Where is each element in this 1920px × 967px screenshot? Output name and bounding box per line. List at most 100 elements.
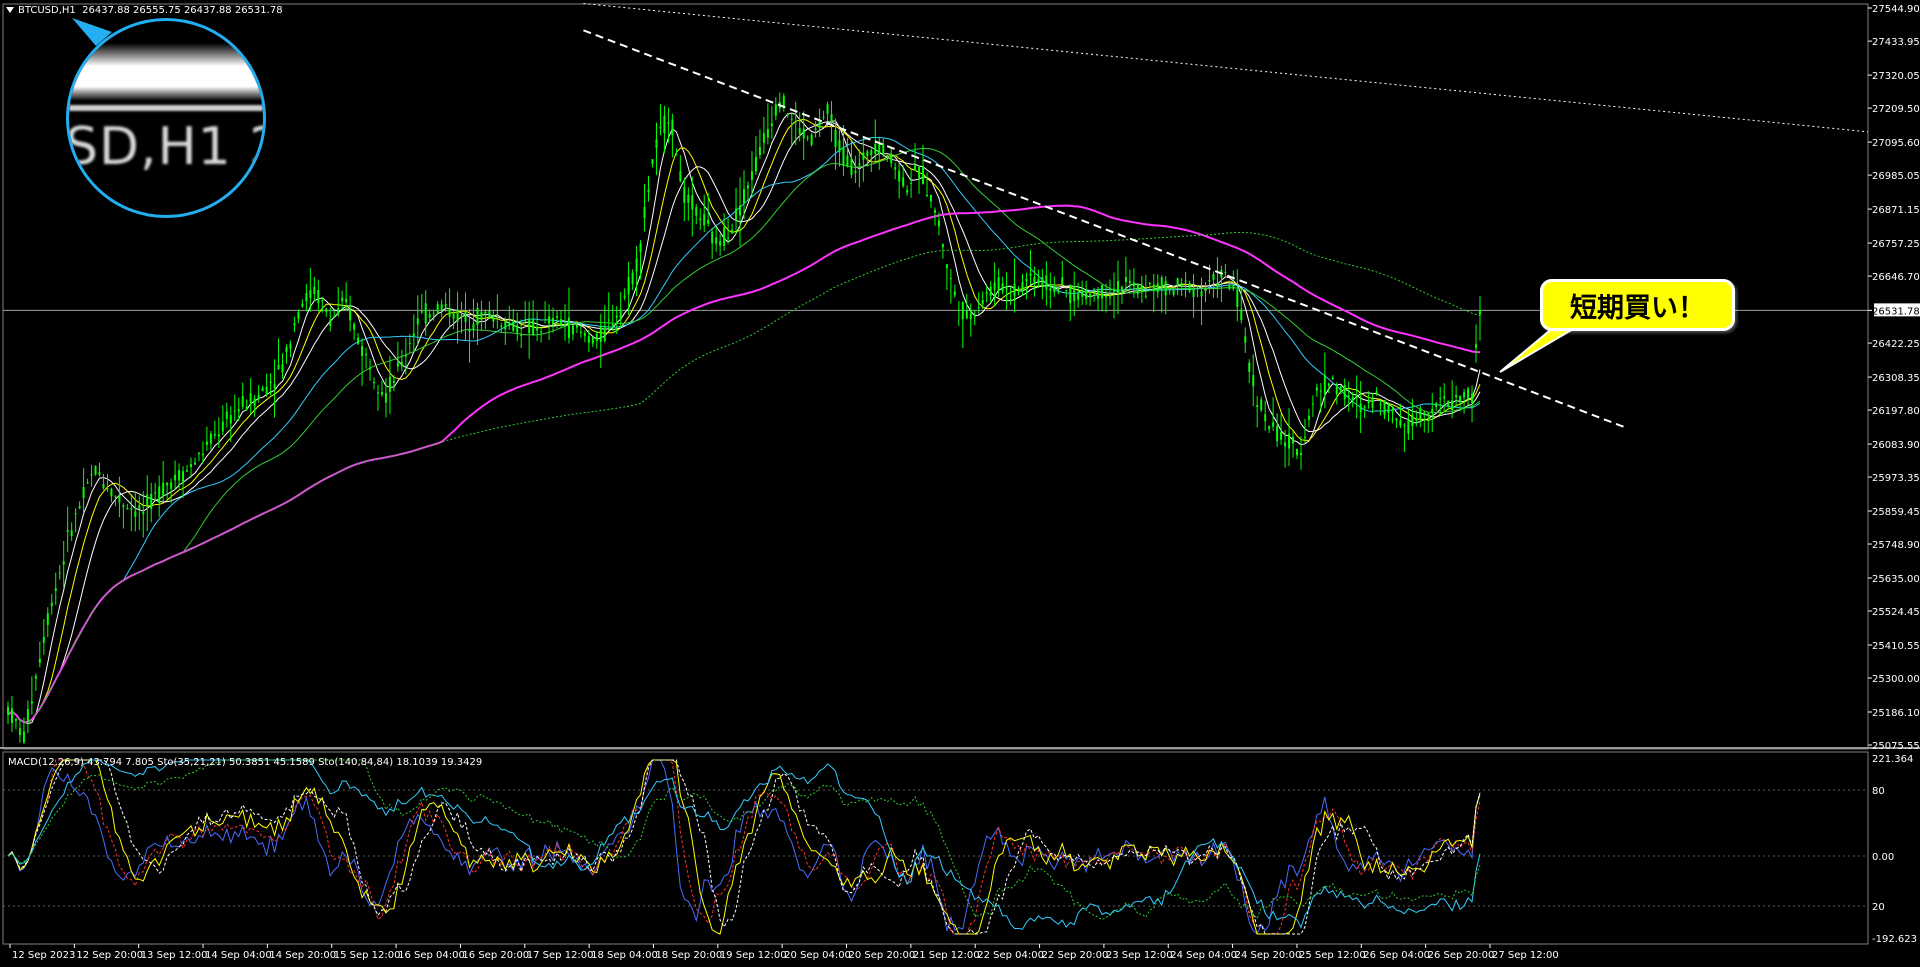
candle-body xyxy=(731,229,734,234)
candle-body xyxy=(898,170,901,182)
macd-signal xyxy=(7,759,1481,935)
candle-body xyxy=(906,189,909,193)
candle-body xyxy=(1311,403,1314,405)
candle-body xyxy=(1295,449,1298,456)
candle-body xyxy=(715,237,718,244)
macd-stochastic-panel: 221.364 80 0.00 20 -192.623 xyxy=(3,754,1917,945)
candle-body xyxy=(74,513,77,515)
time-tick-label: 20 Sep 20:00 xyxy=(849,950,916,961)
time-tick-label: 16 Sep 04:00 xyxy=(398,950,465,961)
candle-body xyxy=(1407,419,1410,434)
candle-body xyxy=(245,406,248,410)
candle-body xyxy=(1156,283,1159,293)
time-tick-label: 16 Sep 20:00 xyxy=(462,950,529,961)
candle-body xyxy=(1419,408,1422,419)
stoch-fast xyxy=(7,759,1481,935)
candle-body xyxy=(858,163,861,166)
candle-body xyxy=(1021,281,1024,291)
candle-body xyxy=(1216,282,1219,288)
callout-pointer xyxy=(72,18,1589,373)
candle-body xyxy=(1236,289,1239,307)
candle-body xyxy=(532,319,535,336)
candle-body xyxy=(882,143,885,155)
candle-body xyxy=(611,324,614,327)
candle-body xyxy=(265,386,268,395)
candle-body xyxy=(357,337,360,345)
candle-body xyxy=(1097,290,1100,299)
price-tick-label: 27320.05 xyxy=(1872,71,1920,82)
candle-body xyxy=(886,155,889,157)
candle-body xyxy=(969,313,972,320)
dropdown-triangle-icon[interactable] xyxy=(6,7,14,13)
candle-body xyxy=(233,410,236,412)
candle-body xyxy=(758,146,761,156)
candle-body xyxy=(150,494,153,510)
candle-body xyxy=(400,361,403,367)
candle-body xyxy=(86,482,89,484)
candle-body xyxy=(615,315,618,318)
candle-body xyxy=(269,381,272,384)
time-tick-label: 21 Sep 12:00 xyxy=(913,950,980,961)
price-tick-label: 25186.10 xyxy=(1872,708,1920,719)
candle-body xyxy=(1256,405,1259,408)
candle-body xyxy=(1268,426,1271,430)
candle-body xyxy=(949,278,952,280)
candle-body xyxy=(182,471,185,484)
indicator-tick-label: -192.623 xyxy=(1872,934,1917,945)
indicator-tick-label: 20 xyxy=(1872,902,1885,913)
time-tick-label: 12 Sep 2023 xyxy=(12,950,75,961)
candle-body xyxy=(416,318,419,325)
candle-body xyxy=(329,319,332,326)
candle-body xyxy=(349,310,352,321)
candle-body xyxy=(981,300,984,305)
candle-body xyxy=(766,128,769,138)
indicator-tick-label: 0.00 xyxy=(1872,852,1894,863)
candle-body xyxy=(1208,279,1211,282)
candle-body xyxy=(1327,383,1330,386)
candle-body xyxy=(388,376,391,392)
candle-body xyxy=(118,495,121,503)
indicator-tick-label: 221.364 xyxy=(1872,754,1913,765)
candle-body xyxy=(480,311,483,320)
candle-body xyxy=(671,119,674,136)
candle-body xyxy=(770,123,773,127)
ohlc-values: 26437.88 26555.75 26437.88 26531.78 xyxy=(82,5,283,16)
candle-body xyxy=(82,486,85,499)
candle-body xyxy=(595,333,598,341)
candle-body xyxy=(365,354,368,356)
time-tick-label: 26 Sep 04:00 xyxy=(1363,950,1430,961)
candle-body xyxy=(1109,296,1112,298)
price-tick-label: 26083.90 xyxy=(1872,440,1920,451)
candle-body xyxy=(62,561,65,565)
candle-body xyxy=(607,319,610,321)
candle-body xyxy=(1363,406,1366,408)
candle-body xyxy=(1431,408,1434,413)
candle-body xyxy=(993,282,996,290)
candle-body xyxy=(7,706,9,715)
candle-body xyxy=(1451,400,1454,411)
candle-body xyxy=(30,701,33,704)
candle-body xyxy=(1041,276,1044,286)
price-tick-label: 25300.00 xyxy=(1872,674,1920,685)
candle-body xyxy=(154,492,157,494)
candle-body xyxy=(134,511,137,517)
price-tick-label: 25075.55 xyxy=(1872,741,1920,752)
candle-body xyxy=(404,355,407,357)
candle-body xyxy=(106,488,109,490)
candle-body xyxy=(508,322,511,327)
candle-body xyxy=(890,154,893,164)
candle-body xyxy=(384,393,387,403)
candle-body xyxy=(1367,400,1370,404)
candle-body xyxy=(1284,442,1287,447)
candle-body xyxy=(468,329,471,332)
candle-body xyxy=(444,304,447,307)
candle-body xyxy=(285,346,288,352)
candle-body xyxy=(1427,413,1430,417)
candle-body xyxy=(396,362,399,367)
candle-body xyxy=(1009,291,1012,293)
candle-body xyxy=(579,331,582,334)
candle-body xyxy=(130,508,133,510)
candle-body xyxy=(345,298,348,303)
candle-body xyxy=(842,147,845,167)
candle-body xyxy=(1049,288,1052,291)
